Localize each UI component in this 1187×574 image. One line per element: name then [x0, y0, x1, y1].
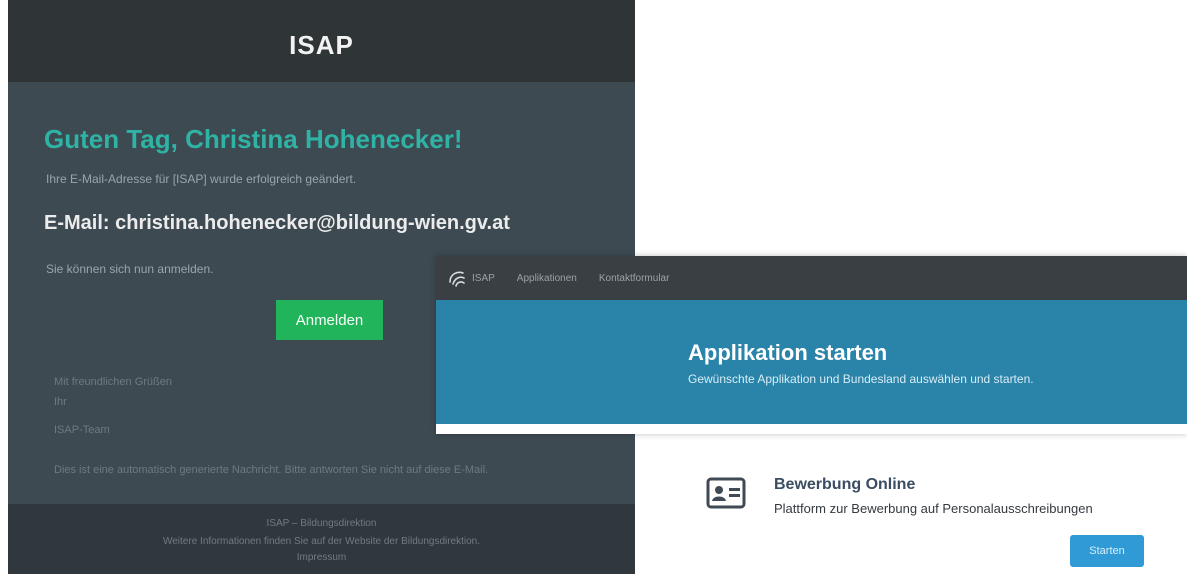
email-signature-line: Mit freundlichen Grüßen [54, 376, 172, 388]
email-footer: ISAP – Bildungsdirektion Weitere Informa… [8, 504, 635, 574]
nav-brand[interactable]: ISAP [472, 273, 495, 284]
email-title: ISAP [289, 30, 354, 60]
email-header: ISAP [8, 0, 635, 82]
id-card-icon [706, 476, 746, 510]
top-navbar: ISAP Applikationen Kontaktformular [436, 256, 1187, 300]
email-signature-line: Ihr [54, 396, 67, 408]
email-signature-line: ISAP-Team [54, 424, 110, 436]
login-button[interactable]: Anmelden [276, 300, 383, 340]
email-greeting: Guten Tag, Christina Hohenecker! [44, 124, 463, 154]
footer-line: ISAP – Bildungsdirektion [266, 518, 377, 529]
isap-app-panel: ISAP Applikationen Kontaktformular Appli… [436, 256, 1187, 434]
email-login-text: Sie können sich nun anmelden. [46, 262, 214, 276]
hero-banner: Applikation starten Gewünschte Applikati… [436, 300, 1187, 424]
application-description: Plattform zur Bewerbung auf Personalauss… [774, 501, 1093, 516]
application-title: Bewerbung Online [774, 476, 916, 493]
nav-link-kontaktformular[interactable]: Kontaktformular [599, 273, 670, 284]
nav-link-applikationen[interactable]: Applikationen [517, 273, 577, 284]
email-address-line: E-Mail: christina.hohenecker@bildung-wie… [44, 212, 510, 234]
isap-logo-icon[interactable] [446, 267, 468, 289]
start-application-button[interactable]: Starten [1070, 535, 1144, 567]
footer-line[interactable]: Impressum [8, 552, 635, 563]
email-disclaimer: Dies ist eine automatisch generierte Nac… [54, 464, 489, 476]
email-changed-text: Ihre E-Mail-Adresse für [ISAP] wurde erf… [46, 172, 357, 186]
page-subtitle: Gewünschte Applikation und Bundesland au… [688, 372, 1034, 386]
footer-line: Weitere Informationen finden Sie auf der… [162, 536, 481, 547]
page-title: Applikation starten [688, 340, 888, 365]
